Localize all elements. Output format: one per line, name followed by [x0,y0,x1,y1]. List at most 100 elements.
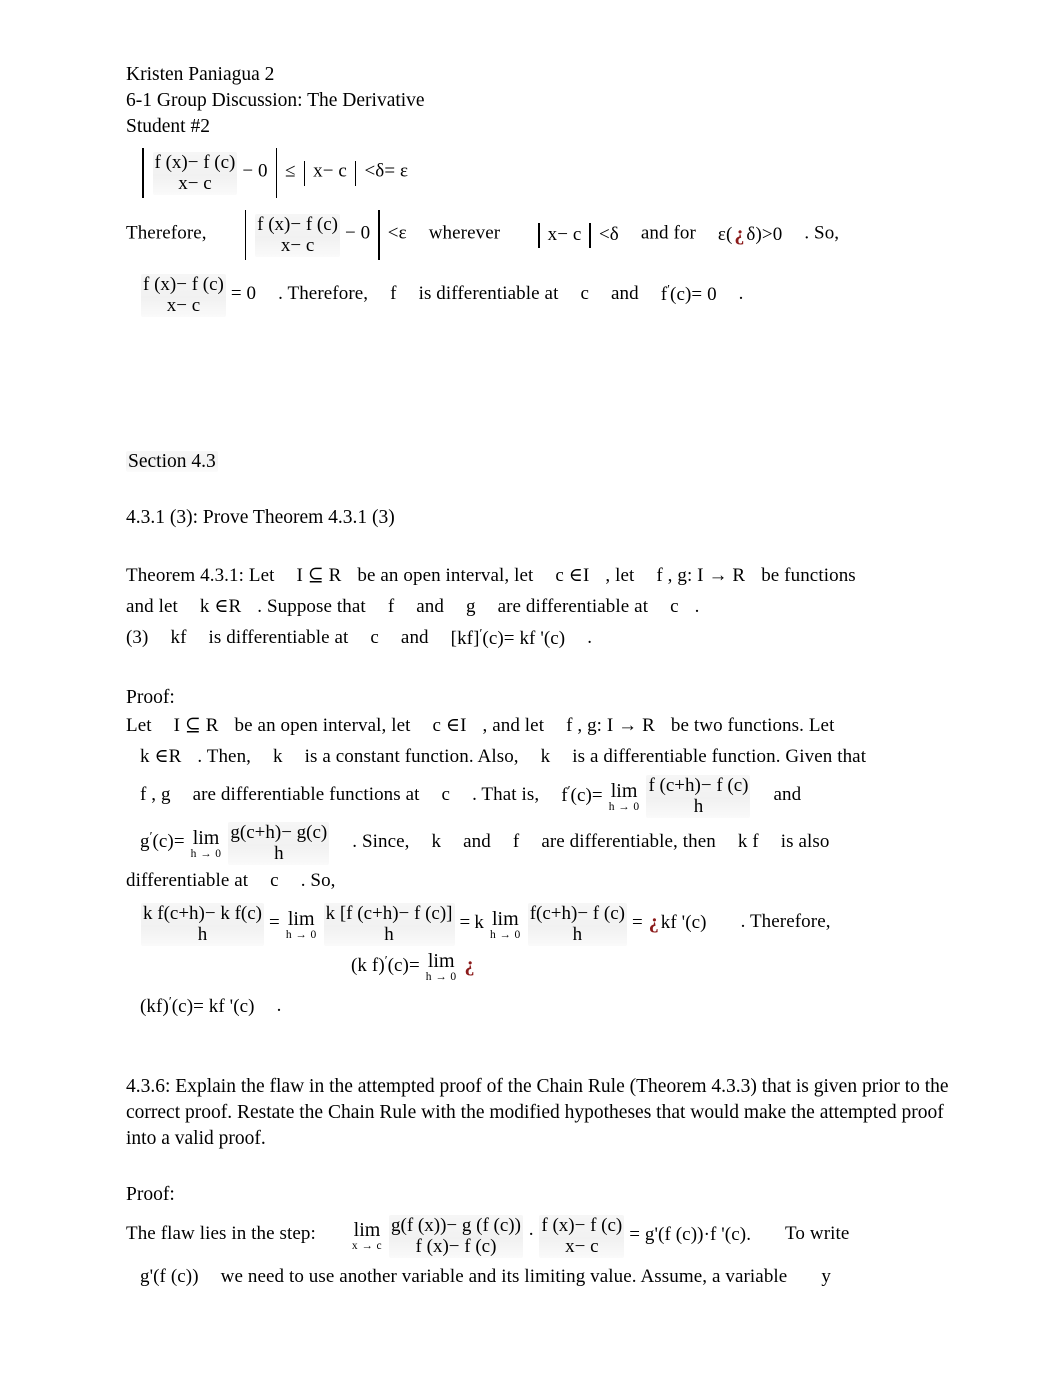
equals-sign-1: = [269,912,280,934]
kf-derivative-value: (c)= kf '(c) [482,627,566,649]
and-text: and [463,830,491,852]
limit-subscript: h → 0 [608,800,640,813]
f-difference-quotient: f (x)− f (c) x− c [539,1214,625,1258]
kf-product: k f [737,830,759,852]
limit-subscript: x → c [351,1240,383,1253]
proof-431-line-4: g′(c)= lim h → 0 g(c+h)− g(c) h . Since,… [126,819,956,867]
relation-leq: ≤ [285,160,296,182]
wherever-text: wherever [428,222,501,244]
minus-zero: − 0 [242,160,268,182]
assignment-title: 6-1 Group Discussion: The Derivative [126,90,425,111]
kf-prime-lhs-close: (c)= [387,955,420,977]
c-in-I: c ∈I [555,565,590,586]
that-is-text: . That is, [472,783,540,805]
limit-subscript: h → 0 [425,971,457,984]
section-heading-text: Section 4.3 [126,451,218,472]
kf-prime-lhs-open: (k f [351,955,379,977]
fraction-numerator: f (x)− f (c) [154,151,236,173]
problem-431-title: 4.3.1 (3): Prove Theorem 4.3.1 (3) [126,507,395,528]
let-text: , let [605,565,635,586]
fraction-denominator: x− c [178,172,212,194]
are-differentiable-then-text: are differentiable, then [541,830,716,852]
therefore-text: . Therefore, [740,911,831,933]
f-difference-quotient: f(c+h)− f (c) h [527,903,627,947]
fraction-denominator: h [572,924,583,946]
document-content: Kristen Paniagua 2 6-1 Group Discussion:… [126,62,956,1293]
point-c: c [580,283,589,305]
abs-inner: x− c [547,223,582,245]
proof-431-line-5: differentiable at c . So, [126,866,956,897]
limit-subscript: h → 0 [489,928,521,941]
point-c: c [370,627,379,648]
therefore-epsilon-line: Therefore, f (x)− f (c) x− c − 0 <ε wher… [126,210,956,260]
constant-k: k [431,830,442,852]
abs-bar-left-2 [538,223,540,249]
c-in-I: c ∈I [432,714,467,736]
epsilon-close: δ)>0 [746,224,783,245]
limit-operator: lim h → 0 [191,828,222,861]
limit-label: lim [610,779,638,802]
and-let-text: , and let [482,714,545,736]
g-prime-of-c: (c)= [152,831,185,853]
derivative-difference-quotient: f (c+h)− f (c) h [646,775,751,819]
to-write-text: To write [785,1223,850,1245]
constant-k: k [273,745,283,767]
is-differentiable-at-text: is differentiable at [208,627,349,648]
multiplication-dot: · [527,1223,535,1245]
functions-f-g-map: f , g: I → R [656,565,746,586]
fraction-denominator: h [693,796,704,818]
f-prime-value: (c)= 0 [670,284,717,305]
fraction-denominator: x− c [280,234,315,256]
problem-436-title: 4.3.6: Explain the flaw in the attempted… [126,1076,949,1150]
constant-k: k [474,912,484,934]
limit-operator: lim x → c [352,1220,382,1253]
limit-operator: lim h → 0 [609,781,640,814]
chain-result: kf '(c) [660,912,707,934]
delta-epsilon-tail: <δ= ε [364,160,409,182]
abs-bar-left [142,148,144,198]
difference-quotient-fraction: f (x)− f (c) x− c [141,274,226,317]
theorem-statement-line-3: (3) kf is differentiable at c and [kf]′(… [126,623,956,655]
section-heading: Section 4.3 [126,449,956,475]
difference-quotient-fraction: f (x)− f (c) x− c [255,213,341,257]
constant-k: k [540,745,551,767]
equation-chain-second-line: (k f)′(c)= lim h → 0 ¿ [126,946,956,986]
equals-zero: = 0 [230,283,257,305]
point-c: c [670,596,679,617]
fraction-numerator: k f(c+h)− k f(c) [143,903,263,925]
abs-bar-left-2 [303,160,306,186]
function-f: f [512,830,520,852]
limit-label: lim [287,907,315,930]
proof-436-flaw-line: The flaw lies in the step: lim x → c g(f… [126,1208,956,1262]
fraction-denominator: h [274,843,284,865]
open-interval-text: be an open interval, let [357,565,534,586]
kf-derivative-lhs: (kf) [140,996,169,1018]
functions-f-g-map: f , g: I → R [566,714,655,736]
point-c: c [441,783,451,805]
and-let-text: and let [126,596,178,617]
student-name: Kristen Paniagua 2 [126,64,275,85]
fraction-denominator: h [197,924,208,946]
g-prime-symbol: g [140,831,150,853]
chain-rule-rhs: = g'(f (c))·f '(c). [629,1223,752,1245]
kf-difference-quotient: k f(c+h)− k f(c) h [141,903,265,947]
so-text: . So, [300,870,336,892]
fraction-numerator: f(c+h)− f (c) [529,903,625,925]
let-text: Let [126,714,152,736]
period: . [587,627,593,648]
document-page: Kristen Paniagua 2 6-1 Group Discussion:… [0,0,1062,1377]
bracketed-kf: [kf] [450,627,480,649]
proof-label-436: Proof: [126,1184,175,1206]
proof-431-line-2: k ∈R . Then, k is a constant function. A… [126,742,956,773]
be-two-functions-text: be two functions. Let [670,714,835,736]
another-variable-text: we need to use another variable and its … [220,1265,788,1287]
functions-f-g: f , g [140,783,171,805]
then-text: . Then, [197,745,252,767]
interval-I-subset-R: I ⊆ R [296,565,342,586]
abs-bar-right [378,210,380,260]
equation-chain-main: k f(c+h)− k f(c) h = lim h → 0 k [f (c+h… [126,901,956,947]
difference-quotient-fraction: f (x)− f (c) x− c [152,151,238,195]
equation-epsilon-delta: f (x)− f (c) x− c − 0 ≤ x− c <δ= ε [126,148,956,198]
function-f: f [387,596,395,617]
item-number-3: (3) [126,627,149,648]
